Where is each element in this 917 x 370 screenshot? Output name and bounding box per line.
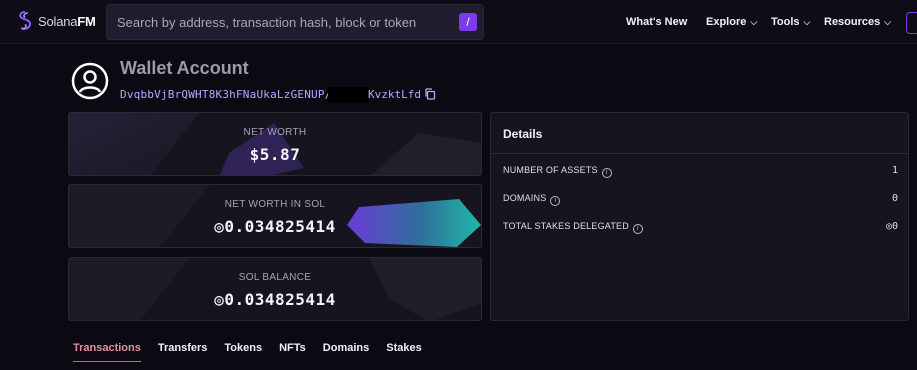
nav-explore-label: Explore [706, 16, 747, 28]
detail-value: 1 [891, 165, 898, 176]
sol-balance-card: SOL BALANCE ◎0.034825414 [68, 257, 482, 321]
account-tabs: Transactions Transfers Tokens NFTs Domai… [73, 342, 422, 362]
solanafm-logo[interactable]: SolanaFM [16, 10, 96, 32]
search-input[interactable] [117, 5, 447, 39]
info-icon[interactable]: i [632, 224, 643, 234]
net-worth-label: NET WORTH [243, 127, 307, 138]
details-title: Details [503, 127, 543, 141]
detail-label: TOTAL STAKES DELEGATED [503, 221, 629, 231]
info-icon[interactable]: i [550, 196, 561, 206]
sol-balance-value: ◎0.034825414 [214, 290, 336, 309]
redacted-address-segment [328, 87, 368, 103]
info-icon[interactable]: i [601, 168, 612, 178]
detail-value: 0 [891, 193, 898, 204]
nav-resources-label: Resources [824, 16, 881, 28]
detail-value: ◎0 [885, 221, 898, 232]
nav-tools-label: Tools [771, 16, 800, 28]
tab-tokens[interactable]: Tokens [224, 342, 262, 362]
page-title: Wallet Account [120, 58, 249, 78]
profile-button[interactable] [906, 12, 917, 34]
tab-transfers[interactable]: Transfers [158, 342, 208, 362]
nav-explore[interactable]: Explore ⌵ [706, 0, 757, 44]
tab-domains[interactable]: Domains [323, 342, 369, 362]
wallet-address-tail[interactable]: KvzktLfd [368, 88, 421, 101]
chevron-down-icon: ⌵ [803, 16, 811, 27]
tab-nfts[interactable]: NFTs [279, 342, 306, 362]
net-worth-sol-card: NET WORTH IN SOL ◎0.034825414 [68, 184, 482, 248]
net-worth-value: $5.87 [249, 145, 301, 164]
copy-icon[interactable] [424, 88, 436, 100]
search-bar: / [106, 4, 484, 40]
nav-whats-new-label: What's New [626, 16, 688, 28]
detail-label: NUMBER OF ASSETS [503, 165, 598, 175]
net-worth-card: NET WORTH $5.87 [68, 112, 482, 176]
net-worth-sol-value: ◎0.034825414 [214, 217, 336, 236]
net-worth-sol-label: NET WORTH IN SOL [224, 199, 326, 210]
search-shortcut-key: / [459, 13, 477, 31]
divider [491, 153, 908, 154]
detail-row-domains: DOMAINS i 0 [503, 193, 898, 207]
nav-tools[interactable]: Tools ⌵ [771, 0, 810, 44]
sol-balance-label: SOL BALANCE [238, 272, 312, 283]
tab-transactions[interactable]: Transactions [73, 342, 141, 362]
logo-text: SolanaFM [38, 13, 96, 29]
chevron-down-icon: ⌵ [884, 16, 892, 27]
tab-stakes[interactable]: Stakes [386, 342, 421, 362]
nav-whats-new[interactable]: What's New [626, 0, 687, 44]
chevron-down-icon: ⌵ [750, 16, 758, 27]
nav-resources[interactable]: Resources ⌵ [824, 0, 891, 44]
details-panel: Details NUMBER OF ASSETS i 1 DOMAINS i 0 T… [490, 112, 909, 321]
top-navbar: SolanaFM / What's New Explore ⌵ Tools ⌵ … [0, 0, 917, 44]
detail-label: DOMAINS [503, 193, 547, 203]
wallet-address-link[interactable]: DvqbbVjBrQWHT8K3hFNaUkaLzGENUP/ [120, 88, 332, 101]
detail-row-number-of-assets: NUMBER OF ASSETS i 1 [503, 165, 898, 179]
user-avatar-icon [71, 62, 109, 100]
detail-row-total-stakes-delegated: TOTAL STAKES DELEGATED i ◎0 [503, 221, 898, 235]
solanafm-logo-icon [19, 11, 32, 30]
